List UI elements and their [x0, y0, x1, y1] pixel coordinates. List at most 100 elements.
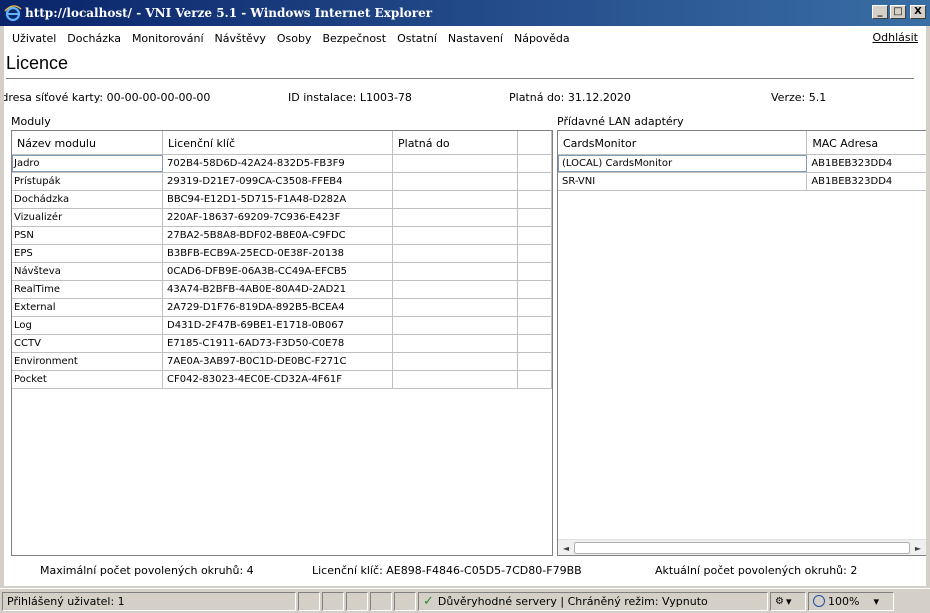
table-row[interactable]: Log D431D-2F47B-69BE1-E1718-0B067: [12, 317, 552, 335]
valid-until-cell[interactable]: [393, 299, 518, 316]
adapter-name-cell[interactable]: SR-VNI: [558, 173, 808, 190]
menu-item-uzivatel[interactable]: Uživatel: [12, 32, 56, 45]
status-tools[interactable]: ⚙ ▾: [770, 591, 806, 611]
max-circuits: Maximální počet povolených okruhů: 4: [40, 564, 254, 577]
license-key-cell[interactable]: B3BFB-ECB9A-25ECD-0E38F-20138: [163, 245, 393, 262]
menu-item-bezpecnost[interactable]: Bezpečnost: [322, 32, 386, 45]
license-key-cell[interactable]: 702B4-58D6D-42A24-832D5-FB3F9: [163, 155, 393, 172]
module-name-cell[interactable]: Vizualizér: [12, 209, 163, 226]
menu-item-navstevy[interactable]: Návštěvy: [215, 32, 266, 45]
module-name-cell[interactable]: CCTV: [12, 335, 163, 352]
scroll-left-icon[interactable]: ◄: [560, 542, 572, 554]
extra-cell: [518, 155, 552, 172]
table-row[interactable]: Prístupák 29319-D21E7-099CA-C3508-FFEB4: [12, 173, 552, 191]
valid-until-cell[interactable]: [393, 191, 518, 208]
module-name-cell[interactable]: Environment: [12, 353, 163, 370]
license-key-cell[interactable]: 43A74-B2BFB-4AB0E-80A4D-2AD21: [163, 281, 393, 298]
status-zoom[interactable]: 100% ▾: [808, 591, 894, 611]
license-key-cell[interactable]: 2A729-D1F76-819DA-892B5-BCEA4: [163, 299, 393, 316]
table-row[interactable]: RealTime 43A74-B2BFB-4AB0E-80A4D-2AD21: [12, 281, 552, 299]
check-icon: ✓: [423, 593, 434, 609]
column-header-mac-address[interactable]: MAC Adresa: [807, 131, 926, 154]
column-header-extra: [518, 131, 552, 154]
valid-until-cell[interactable]: [393, 317, 518, 334]
mac-address-cell[interactable]: AB1BEB323DD4: [807, 155, 926, 172]
table-row[interactable]: (LOCAL) CardsMonitor AB1BEB323DD4: [558, 155, 926, 173]
license-key-cell[interactable]: 29319-D21E7-099CA-C3508-FFEB4: [163, 173, 393, 190]
column-header-module-name[interactable]: Název modulu: [12, 131, 163, 154]
window-title-bar[interactable]: http://localhost/ - VNI Verze 5.1 - Wind…: [0, 0, 930, 26]
module-name-cell[interactable]: Dochádzka: [12, 191, 163, 208]
module-name-cell[interactable]: Log: [12, 317, 163, 334]
extra-cell: [518, 245, 552, 262]
table-row[interactable]: Jadro 702B4-58D6D-42A24-832D5-FB3F9: [12, 155, 552, 173]
menu-item-osoby[interactable]: Osoby: [277, 32, 312, 45]
menu-bar: Uživatel Docházka Monitorování Návštěvy …: [4, 26, 926, 50]
menu-item-ostatni[interactable]: Ostatní: [397, 32, 437, 45]
column-header-valid-until[interactable]: Platná do: [393, 131, 518, 154]
table-row[interactable]: External 2A729-D1F76-819DA-892B5-BCEA4: [12, 299, 552, 317]
module-name-cell[interactable]: External: [12, 299, 163, 316]
valid-until-cell[interactable]: [393, 353, 518, 370]
logout-link[interactable]: Odhlásit: [872, 31, 918, 44]
tools-dropdown-icon: ▾: [785, 594, 792, 608]
scroll-right-icon[interactable]: ►: [912, 542, 924, 554]
modules-label: Moduly: [11, 115, 51, 128]
module-name-cell[interactable]: PSN: [12, 227, 163, 244]
module-name-cell[interactable]: Pocket: [12, 371, 163, 388]
license-key-cell[interactable]: CF042-83023-4EC0E-CD32A-4F61F: [163, 371, 393, 388]
maximize-button[interactable]: □: [890, 5, 906, 19]
table-row[interactable]: Vizualizér 220AF-18637-69209-7C936-E423F: [12, 209, 552, 227]
valid-until-cell[interactable]: [393, 371, 518, 388]
valid-until-cell[interactable]: [393, 173, 518, 190]
lan-table-body: (LOCAL) CardsMonitor AB1BEB323DD4 SR-VNI AB…: [558, 155, 926, 191]
license-key-cell[interactable]: D431D-2F47B-69BE1-E1718-0B067: [163, 317, 393, 334]
menu-item-monitorovani[interactable]: Monitorování: [132, 32, 204, 45]
close-button[interactable]: X: [910, 5, 926, 19]
current-circuits: Aktuální počet povolených okruhů: 2: [655, 564, 858, 577]
license-key-cell[interactable]: 27BA2-5B8A8-BDF02-B8E0A-C9FDC: [163, 227, 393, 244]
adapter-name-cell[interactable]: (LOCAL) CardsMonitor: [558, 155, 808, 172]
module-name-cell[interactable]: RealTime: [12, 281, 163, 298]
license-key-cell[interactable]: 7AE0A-3AB97-B0C1D-DE0BC-F271C: [163, 353, 393, 370]
table-row[interactable]: Pocket CF042-83023-4EC0E-CD32A-4F61F: [12, 371, 552, 389]
menu-item-napoveda[interactable]: Nápověda: [514, 32, 570, 45]
modules-table-header: Název modulu Licenční klíč Platná do: [12, 131, 552, 155]
column-header-cardsmonitor[interactable]: CardsMonitor: [558, 131, 808, 154]
table-row[interactable]: PSN 27BA2-5B8A8-BDF02-B8E0A-C9FDC: [12, 227, 552, 245]
valid-until-cell[interactable]: [393, 335, 518, 352]
status-pane-empty-4: [370, 591, 392, 611]
module-name-cell[interactable]: Jadro: [12, 155, 163, 172]
table-row[interactable]: SR-VNI AB1BEB323DD4: [558, 173, 926, 191]
master-license-key: Licenční klíč: AE898-F4846-C05D5-7CD80-F…: [312, 564, 582, 577]
status-security-zone[interactable]: ✓ Důvěryhodné servery | Chráněný režim: …: [418, 591, 768, 611]
valid-until-cell[interactable]: [393, 227, 518, 244]
menu-item-nastaveni[interactable]: Nastavení: [448, 32, 503, 45]
menu-item-dochazka[interactable]: Docházka: [67, 32, 121, 45]
license-key-cell[interactable]: 220AF-18637-69209-7C936-E423F: [163, 209, 393, 226]
valid-until-cell[interactable]: [393, 281, 518, 298]
table-row[interactable]: EPS B3BFB-ECB9A-25ECD-0E38F-20138: [12, 245, 552, 263]
license-key-cell[interactable]: E7185-C1911-6AD73-F3D50-C0E78: [163, 335, 393, 352]
tools-icon: ⚙: [775, 595, 784, 607]
minimize-button[interactable]: _: [872, 5, 888, 19]
table-row[interactable]: Návšteva 0CAD6-DFB9E-06A3B-CC49A-EFCB5: [12, 263, 552, 281]
license-key-cell[interactable]: 0CAD6-DFB9E-06A3B-CC49A-EFCB5: [163, 263, 393, 280]
table-row[interactable]: Dochádzka BBC94-E12D1-5D715-F1A48-D282A: [12, 191, 552, 209]
table-row[interactable]: CCTV E7185-C1911-6AD73-F3D50-C0E78: [12, 335, 552, 353]
module-name-cell[interactable]: Návšteva: [12, 263, 163, 280]
license-key-cell[interactable]: BBC94-E12D1-5D715-F1A48-D282A: [163, 191, 393, 208]
mac-address-cell[interactable]: AB1BEB323DD4: [807, 173, 926, 190]
valid-until-cell[interactable]: [393, 155, 518, 172]
module-name-cell[interactable]: EPS: [12, 245, 163, 262]
status-pane-empty-1: [298, 591, 320, 611]
valid-until-cell[interactable]: [393, 263, 518, 280]
valid-until-cell[interactable]: [393, 245, 518, 262]
title-divider: [6, 78, 914, 80]
horizontal-scrollbar[interactable]: ◄ ►: [558, 539, 926, 555]
scrollbar-thumb[interactable]: [574, 542, 910, 554]
column-header-license-key[interactable]: Licenční klíč: [163, 131, 393, 154]
valid-until-cell[interactable]: [393, 209, 518, 226]
module-name-cell[interactable]: Prístupák: [12, 173, 163, 190]
table-row[interactable]: Environment 7AE0A-3AB97-B0C1D-DE0BC-F271C: [12, 353, 552, 371]
